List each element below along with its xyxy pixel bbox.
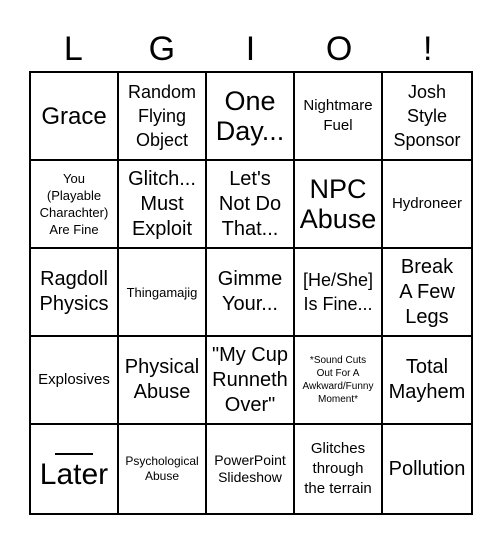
bingo-cell-r0-c0[interactable]: Grace	[31, 73, 119, 161]
bingo-cell-r0-c1[interactable]: Random Flying Object	[119, 73, 207, 161]
bingo-cell-r3-c4[interactable]: Total Mayhem	[383, 337, 471, 425]
cell-text: Total Mayhem	[388, 356, 466, 403]
cell-text: Thingamajig	[126, 284, 198, 300]
later-wrap: Later	[40, 447, 108, 491]
bingo-cell-r1-c3[interactable]: NPC Abuse	[295, 161, 383, 249]
cell-text: Pollution	[388, 457, 466, 480]
bingo-cell-r1-c2[interactable]: Let's Not Do That...	[207, 161, 295, 249]
bingo-cell-r1-c0[interactable]: You (Playable Charachter) Are Fine	[31, 161, 119, 249]
bingo-cell-r4-c4[interactable]: Pollution	[383, 425, 471, 513]
cell-text: Glitches through the terrain	[304, 440, 372, 497]
bingo-cell-r2-c0[interactable]: Ragdoll Physics	[31, 249, 119, 337]
cell-text: Glitch... Must Exploit	[128, 167, 196, 240]
bingo-cell-r1-c4[interactable]: Hydroneer	[383, 161, 471, 249]
bingo-cell-r4-c0[interactable]: Later	[31, 425, 119, 513]
cell-text: "My Cup Runneth Over"	[211, 343, 288, 416]
bingo-cell-r4-c2[interactable]: PowerPoint Slideshow	[207, 425, 295, 513]
cell-text: Psychological Abuse	[125, 454, 199, 483]
cell-text: You (Playable Charachter) Are Fine	[39, 171, 109, 237]
bingo-cell-r3-c2[interactable]: "My Cup Runneth Over"	[207, 337, 295, 425]
bingo-cell-r0-c3[interactable]: Nightmare Fuel	[295, 73, 383, 161]
bingo-cell-r2-c4[interactable]: Break A Few Legs	[383, 249, 471, 337]
header-letter-l: L	[63, 30, 83, 68]
bingo-cell-r3-c3[interactable]: *Sound Cuts Out For A Awkward/Funny Mome…	[295, 337, 383, 425]
bingo-cell-r4-c3[interactable]: Glitches through the terrain	[295, 425, 383, 513]
cell-text: Later	[39, 458, 109, 491]
cell-text: Josh Style Sponsor	[393, 82, 461, 150]
cell-text: One Day...	[215, 86, 285, 146]
cell-text: PowerPoint Slideshow	[214, 452, 286, 485]
bingo-cell-r0-c2[interactable]: One Day...	[207, 73, 295, 161]
bingo-header: L G I O !	[29, 28, 472, 72]
cell-text: Ragdoll Physics	[39, 268, 109, 315]
bingo-cell-r2-c2[interactable]: Gimme Your...	[207, 249, 295, 337]
cell-text: Gimme Your...	[217, 268, 283, 315]
cell-text: Grace	[41, 102, 107, 130]
cell-text: *Sound Cuts Out For A Awkward/Funny Mome…	[302, 355, 374, 405]
bingo-cell-r2-c1[interactable]: Thingamajig	[119, 249, 207, 337]
header-letter-o: O	[325, 30, 353, 68]
cell-text: Random Flying Object	[127, 82, 197, 150]
blank-line	[54, 453, 93, 455]
cell-text: Physical Abuse	[124, 356, 200, 403]
bingo-cell-r1-c1[interactable]: Glitch... Must Exploit	[119, 161, 207, 249]
bingo-cell-r0-c4[interactable]: Josh Style Sponsor	[383, 73, 471, 161]
cell-text: Break A Few Legs	[399, 255, 455, 328]
bingo-cell-r3-c1[interactable]: Physical Abuse	[119, 337, 207, 425]
cell-text: [He/She] Is Fine...	[302, 270, 374, 314]
header-letter-exclamation: !	[422, 30, 433, 68]
bingo-cell-r2-c3[interactable]: [He/She] Is Fine...	[295, 249, 383, 337]
bingo-board: Grace Random Flying Object One Day... Ni…	[29, 71, 473, 515]
bingo-cell-r4-c1[interactable]: Psychological Abuse	[119, 425, 207, 513]
cell-text: Explosives	[38, 371, 110, 388]
header-letter-g: G	[148, 30, 176, 68]
cell-text: Hydroneer	[391, 195, 463, 212]
cell-text: Nightmare Fuel	[303, 97, 373, 134]
cell-text: NPC Abuse	[299, 174, 377, 234]
bingo-cell-r3-c0[interactable]: Explosives	[31, 337, 119, 425]
cell-text: Let's Not Do That...	[218, 167, 282, 240]
header-letter-i: I	[245, 30, 256, 68]
